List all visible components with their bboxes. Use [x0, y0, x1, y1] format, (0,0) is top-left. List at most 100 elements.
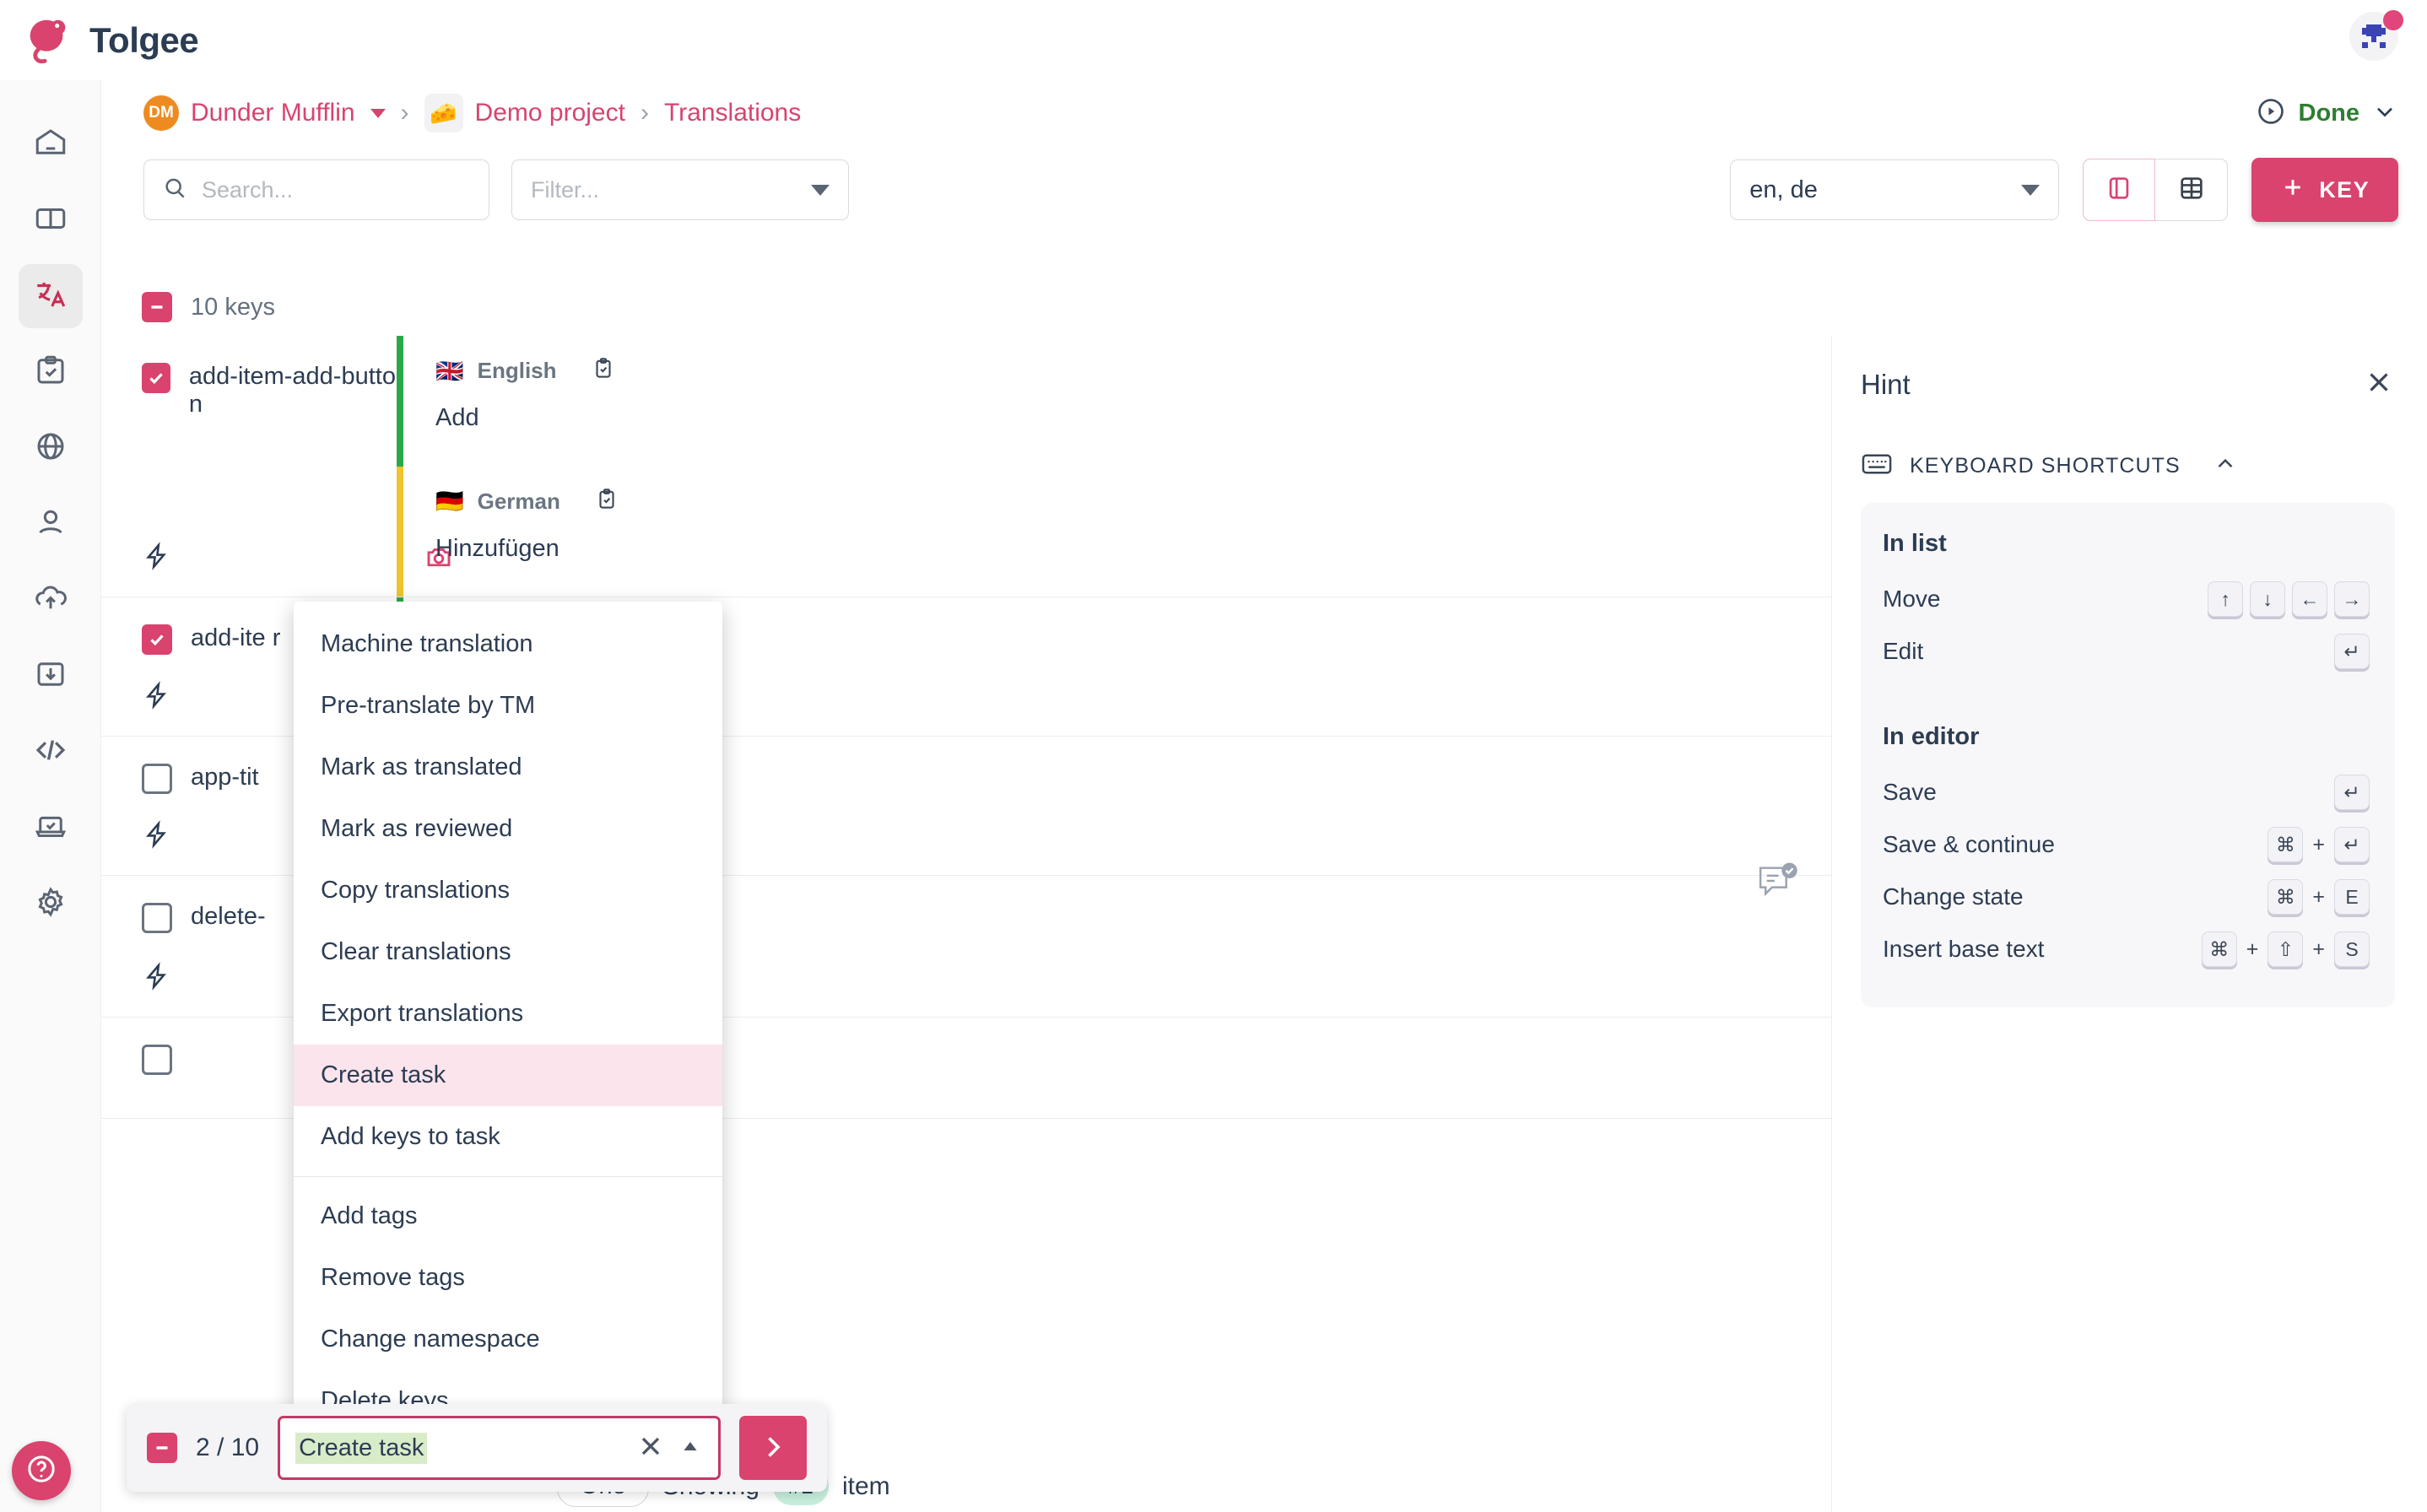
menu-item-export-translations[interactable]: Export translations — [294, 983, 722, 1045]
key-plus: + — [2246, 937, 2259, 961]
translation-cell[interactable]: 🇩🇪 German Hinzufügen — [397, 466, 1831, 597]
sidebar-item-languages[interactable] — [19, 416, 83, 480]
chevron-right-icon — [758, 1432, 788, 1465]
menu-item-mark-as-reviewed[interactable]: Mark as reviewed — [294, 798, 722, 860]
translate-icon — [33, 277, 68, 316]
sidebar-item-settings[interactable] — [19, 872, 83, 936]
row-checkbox[interactable] — [142, 903, 172, 933]
globe-icon — [33, 429, 68, 468]
add-key-button[interactable]: KEY — [2251, 158, 2398, 222]
view-table-button[interactable] — [2155, 159, 2229, 221]
menu-item-machine-translation[interactable]: Machine translation — [294, 613, 722, 675]
quick-action-icon[interactable] — [142, 542, 170, 575]
menu-item-add-keys-to-task[interactable]: Add keys to task — [294, 1106, 722, 1168]
toolbar: Search... Filter... en, de KEY — [101, 146, 2427, 234]
view-list-button[interactable] — [2083, 159, 2156, 221]
flag-icon: 🇩🇪 — [435, 489, 464, 514]
bulk-action-submit-button[interactable] — [739, 1416, 807, 1480]
plus-icon — [2280, 175, 2305, 206]
sidebar-item-tasks[interactable] — [19, 340, 83, 404]
shortcut-keys: ↵ — [2334, 634, 2370, 669]
select-all-checkbox[interactable] — [142, 292, 172, 322]
chevron-up-icon[interactable] — [678, 1434, 703, 1463]
breadcrumb-org-link[interactable]: Dunder Mufflin — [191, 99, 355, 127]
search-input[interactable]: Search... — [143, 159, 489, 220]
close-icon[interactable] — [635, 1431, 666, 1466]
hint-panel: Hint KEYBOARD SHORTCUTS In list Move ↑ ↓… — [1831, 336, 2427, 1512]
menu-item-create-task[interactable]: Create task — [294, 1045, 722, 1106]
filter-select[interactable]: Filter... — [511, 159, 849, 220]
file-download-icon — [33, 656, 68, 696]
chevron-up-icon[interactable] — [2213, 451, 2238, 481]
breadcrumb-project[interactable]: 🧀 Demo project — [424, 94, 625, 132]
search-placeholder: Search... — [202, 176, 294, 202]
menu-item-remove-tags[interactable]: Remove tags — [294, 1247, 722, 1309]
sidebar-item-import[interactable] — [19, 568, 83, 632]
chevron-down-icon[interactable] — [2371, 98, 2398, 129]
row-checkbox[interactable] — [142, 624, 172, 655]
toast-text-after: item — [841, 1472, 890, 1500]
status-badge: Done — [2298, 99, 2360, 127]
translation-cell[interactable]: 🇬🇧 English Add — [397, 336, 1831, 467]
language-select-value: en, de — [1749, 176, 1818, 203]
shortcut-keys: ↵ — [2334, 775, 2370, 810]
selection-count: 2 / 10 — [196, 1434, 260, 1461]
sidebar-item-developer[interactable] — [19, 720, 83, 784]
menu-item-change-namespace[interactable]: Change namespace — [294, 1309, 722, 1370]
quick-action-icon[interactable] — [142, 962, 170, 995]
avatar[interactable] — [2349, 10, 2403, 64]
menu-item-clear-translations[interactable]: Clear translations — [294, 921, 722, 983]
breadcrumb-org[interactable]: DM Dunder Mufflin — [143, 95, 386, 131]
keyboard-shortcuts-section-header[interactable]: KEYBOARD SHORTCUTS — [1861, 451, 2395, 481]
shortcut-label: Edit — [1883, 638, 1924, 664]
help-button[interactable] — [12, 1441, 71, 1500]
sidebar-item-members[interactable] — [19, 492, 83, 556]
cloud-upload-icon — [33, 580, 68, 620]
menu-item-copy-translations[interactable]: Copy translations — [294, 860, 722, 921]
quick-action-icon[interactable] — [142, 820, 170, 853]
view-toggle-group — [2083, 159, 2229, 221]
quick-action-icon[interactable] — [142, 681, 170, 714]
sidebar-item-projects[interactable] — [19, 188, 83, 252]
shortcut-label: Insert base text — [1883, 936, 2045, 962]
key-enter: ↵ — [2334, 775, 2370, 810]
shortcut-keys: ⌘ + ↵ — [2268, 827, 2370, 862]
status-selector[interactable]: Done — [2255, 95, 2399, 132]
laptop-check-icon — [33, 808, 68, 848]
sidebar-item-integrate[interactable] — [19, 796, 83, 860]
clipboard-check-icon[interactable] — [594, 487, 619, 516]
row-translations: 🇬🇧 English Add 🇩🇪 German Hinzufügen — [397, 336, 1831, 597]
sidebar-item-dashboard[interactable] — [19, 112, 83, 176]
menu-item-mark-as-translated[interactable]: Mark as translated — [294, 737, 722, 798]
flag-icon: 🇬🇧 — [435, 358, 464, 384]
close-icon[interactable] — [2363, 366, 2395, 402]
top-bar: Tolgee — [0, 0, 2427, 80]
shortcut-label: Save & continue — [1883, 831, 2055, 857]
sidebar-item-translations[interactable] — [18, 264, 83, 328]
breadcrumb-current[interactable]: Translations — [664, 99, 801, 127]
translation-value: Hinzufügen — [435, 534, 559, 562]
menu-item-pre-translate-by-tm[interactable]: Pre-translate by TM — [294, 675, 722, 737]
tolgee-mouse-logo-icon[interactable] — [22, 14, 74, 67]
search-icon — [161, 175, 188, 206]
breadcrumb-project-link[interactable]: Demo project — [475, 99, 625, 127]
chevron-down-icon[interactable] — [370, 108, 386, 118]
shortcut-row: Edit ↵ — [1883, 625, 2370, 678]
bulk-action-combobox[interactable]: Create task — [278, 1416, 721, 1480]
language-select[interactable]: en, de — [1730, 159, 2060, 220]
clipboard-check-icon — [33, 353, 68, 392]
shortcut-row: Move ↑ ↓ ← → — [1883, 573, 2370, 625]
row-checkbox[interactable] — [142, 1045, 172, 1075]
row-checkbox[interactable] — [142, 363, 170, 393]
chevron-down-icon — [811, 184, 830, 196]
sidebar-item-export[interactable] — [19, 644, 83, 708]
breadcrumb-separator-2: › — [640, 99, 649, 127]
row-key-name: delete- — [191, 903, 266, 930]
menu-item-add-tags[interactable]: Add tags — [294, 1185, 722, 1247]
bulk-selection-checkbox[interactable] — [147, 1433, 177, 1463]
question-mark-icon — [24, 1452, 58, 1490]
row-checkbox[interactable] — [142, 764, 172, 794]
chevron-down-icon — [2021, 184, 2041, 196]
shortcuts-card: In list Move ↑ ↓ ← → Edit ↵ In editor Sa… — [1861, 503, 2395, 1007]
clipboard-check-icon[interactable] — [591, 356, 616, 386]
